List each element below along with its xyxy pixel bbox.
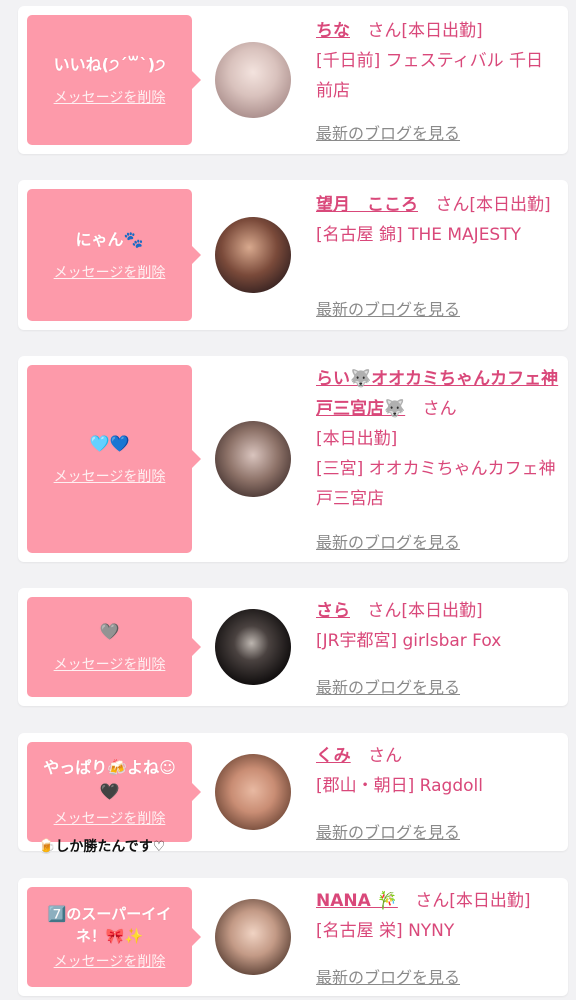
work-status: [本日出勤] [469,195,551,215]
latest-blog-link[interactable]: 最新のブログを見る [316,964,460,988]
cast-info: くみ さん [郡山・朝日] Ragdoll [316,741,560,801]
shop-name: [郡山・朝日] Ragdoll [316,776,483,796]
honorific: さん [435,195,470,215]
message-bubble: 🩶 メッセージを削除 [27,597,201,697]
avatar[interactable] [215,899,291,975]
shop-name: [千日前] フェスティバル 千日前店 [316,51,544,101]
latest-blog-link[interactable]: 最新のブログを見る [316,529,460,553]
message-text: やっぱり🍻よね☺︎ 🖤 [43,758,176,801]
cast-name-link[interactable]: 望月 こころ [316,195,418,215]
message-card: 🩵💙 メッセージを削除 らい🐺オオカミちゃんカフェ神戸三宮店🐺 さん [本日出勤… [18,356,568,562]
shop-name: [三宮] オオカミちゃんカフェ神戸三宮店 [316,459,556,509]
message-overflow-text: 🍺しか勝たんです♡ [38,839,166,855]
work-status: [本日出勤] [401,601,483,621]
message-text: いいね(੭ˊ꒳ˋ)੭ [53,55,166,74]
message-text: 🩵💙 [89,434,130,453]
honorific: さん [415,891,450,911]
shop-name: [JR宇都宮] girlsbar Fox [316,631,502,651]
work-status: [本日出勤] [401,21,483,41]
cast-name-link[interactable]: NANA 🎋 [316,891,398,911]
cast-info: さら さん[本日出勤] [JR宇都宮] girlsbar Fox [316,596,560,656]
message-text: にゃん🐾 [75,230,144,249]
latest-blog-link[interactable]: 最新のブログを見る [316,296,460,320]
message-text: 7️⃣のスーパーイイネ！🎀✨ [47,905,172,945]
cast-info: 望月 こころ さん[本日出勤] [名古屋 錦] THE MAJESTY [316,190,560,250]
honorific: さん [367,601,402,621]
message-card: 7️⃣のスーパーイイネ！🎀✨ メッセージを削除 NANA 🎋 さん[本日出勤] … [18,878,568,996]
latest-blog-link[interactable]: 最新のブログを見る [316,819,460,843]
latest-blog-link[interactable]: 最新のブログを見る [316,674,460,698]
shop-name: [名古屋 栄] NYNY [316,921,455,941]
delete-message-link[interactable]: メッセージを削除 [54,951,166,971]
delete-message-link[interactable]: メッセージを削除 [54,87,166,107]
honorific: さん [422,399,457,419]
cast-info: NANA 🎋 さん[本日出勤] [名古屋 栄] NYNY [316,886,560,946]
cast-info: ちな さん[本日出勤] [千日前] フェスティバル 千日前店 [316,16,560,106]
honorific: さん [368,746,403,766]
message-bubble: いいね(੭ˊ꒳ˋ)੭ メッセージを削除 [27,15,201,145]
delete-message-link[interactable]: メッセージを削除 [54,466,166,486]
avatar[interactable] [215,609,291,685]
message-card: にゃん🐾 メッセージを削除 望月 こころ さん[本日出勤] [名古屋 錦] TH… [18,180,568,330]
message-card: やっぱり🍻よね☺︎ 🖤 メッセージを削除 🍺しか勝たんです♡ くみ さん [郡山… [18,733,568,855]
message-card: 🩶 メッセージを削除 さら さん[本日出勤] [JR宇都宮] girlsbar … [18,588,568,706]
shop-name: [名古屋 錦] THE MAJESTY [316,225,521,245]
avatar[interactable] [215,754,291,830]
avatar[interactable] [215,42,291,118]
work-status: [本日出勤] [316,429,398,449]
message-bubble: やっぱり🍻よね☺︎ 🖤 メッセージを削除 [27,742,201,842]
cast-name-link[interactable]: ちな [316,21,350,41]
avatar[interactable] [215,421,291,497]
message-bubble: 7️⃣のスーパーイイネ！🎀✨ メッセージを削除 [27,887,201,987]
delete-message-link[interactable]: メッセージを削除 [54,262,166,282]
message-text: 🩶 [99,622,120,641]
cast-info: らい🐺オオカミちゃんカフェ神戸三宮店🐺 さん [本日出勤] [三宮] オオカミち… [316,364,560,514]
message-bubble: にゃん🐾 メッセージを削除 [27,189,201,321]
message-card: いいね(੭ˊ꒳ˋ)੭ メッセージを削除 ちな さん[本日出勤] [千日前] フェ… [18,6,568,154]
cast-name-link[interactable]: くみ [316,746,351,766]
message-bubble: 🩵💙 メッセージを削除 [27,365,201,553]
delete-message-link[interactable]: メッセージを削除 [54,808,166,828]
cast-name-link[interactable]: さら [316,601,350,621]
avatar[interactable] [215,217,291,293]
delete-message-link[interactable]: メッセージを削除 [54,654,166,674]
work-status: [本日出勤] [449,891,531,911]
honorific: さん [367,21,402,41]
latest-blog-link[interactable]: 最新のブログを見る [316,120,460,144]
